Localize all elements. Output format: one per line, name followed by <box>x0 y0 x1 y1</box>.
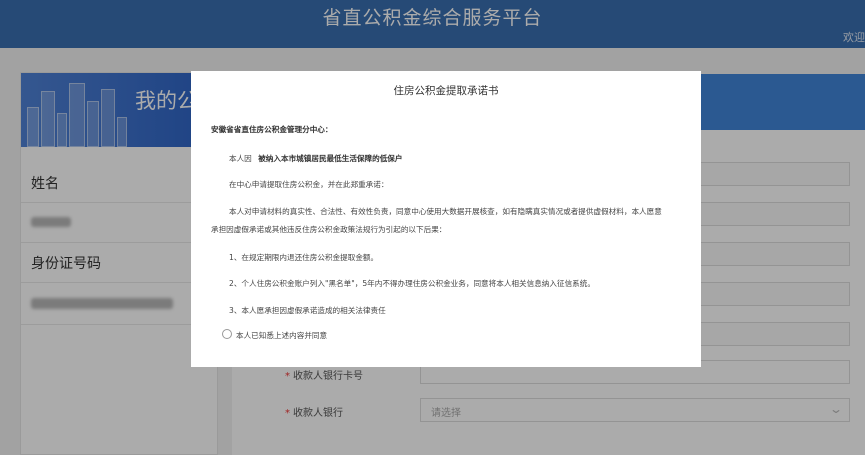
apply-line: 在中心申请提取住房公积金，并在此郑重承诺： <box>229 180 389 189</box>
agree-label[interactable]: 本人已知悉上述内容并同意 <box>236 330 327 341</box>
reason-line: 本人因 被纳入本市城镇居民最低生活保障的低保户 <box>229 153 402 164</box>
consequence-1: 1、在规定期限内退还住房公积金提取金额。 <box>229 253 379 262</box>
consequence-3: 3、本人愿承担因虚假承诺造成的相关法律责任 <box>229 306 386 315</box>
reason-text: 被纳入本市城镇居民最低生活保障的低保户 <box>258 154 403 163</box>
commit-line-1: 本人对申请材料的真实性、合法性、有效性负责，同意中心使用大数据开展核查，如有隐瞒… <box>229 207 662 216</box>
commit-line-2: 承担因虚假承诺或其他违反住房公积金政策法规行为引起的以下后果： <box>211 225 447 234</box>
agree-radio[interactable] <box>222 329 232 339</box>
consequence-2: 2、个人住房公积金账户列入"黑名单"，5年内不得办理住房公积金业务，同意将本人相… <box>229 279 595 288</box>
modal-title: 住房公积金提取承诺书 <box>393 85 499 97</box>
reason-prefix: 本人因 <box>229 154 252 163</box>
addressee: 安徽省省直住房公积金管理分中心： <box>211 125 333 134</box>
commitment-modal: 住房公积金提取承诺书 安徽省省直住房公积金管理分中心： 本人因 被纳入本市城镇居… <box>191 71 701 367</box>
